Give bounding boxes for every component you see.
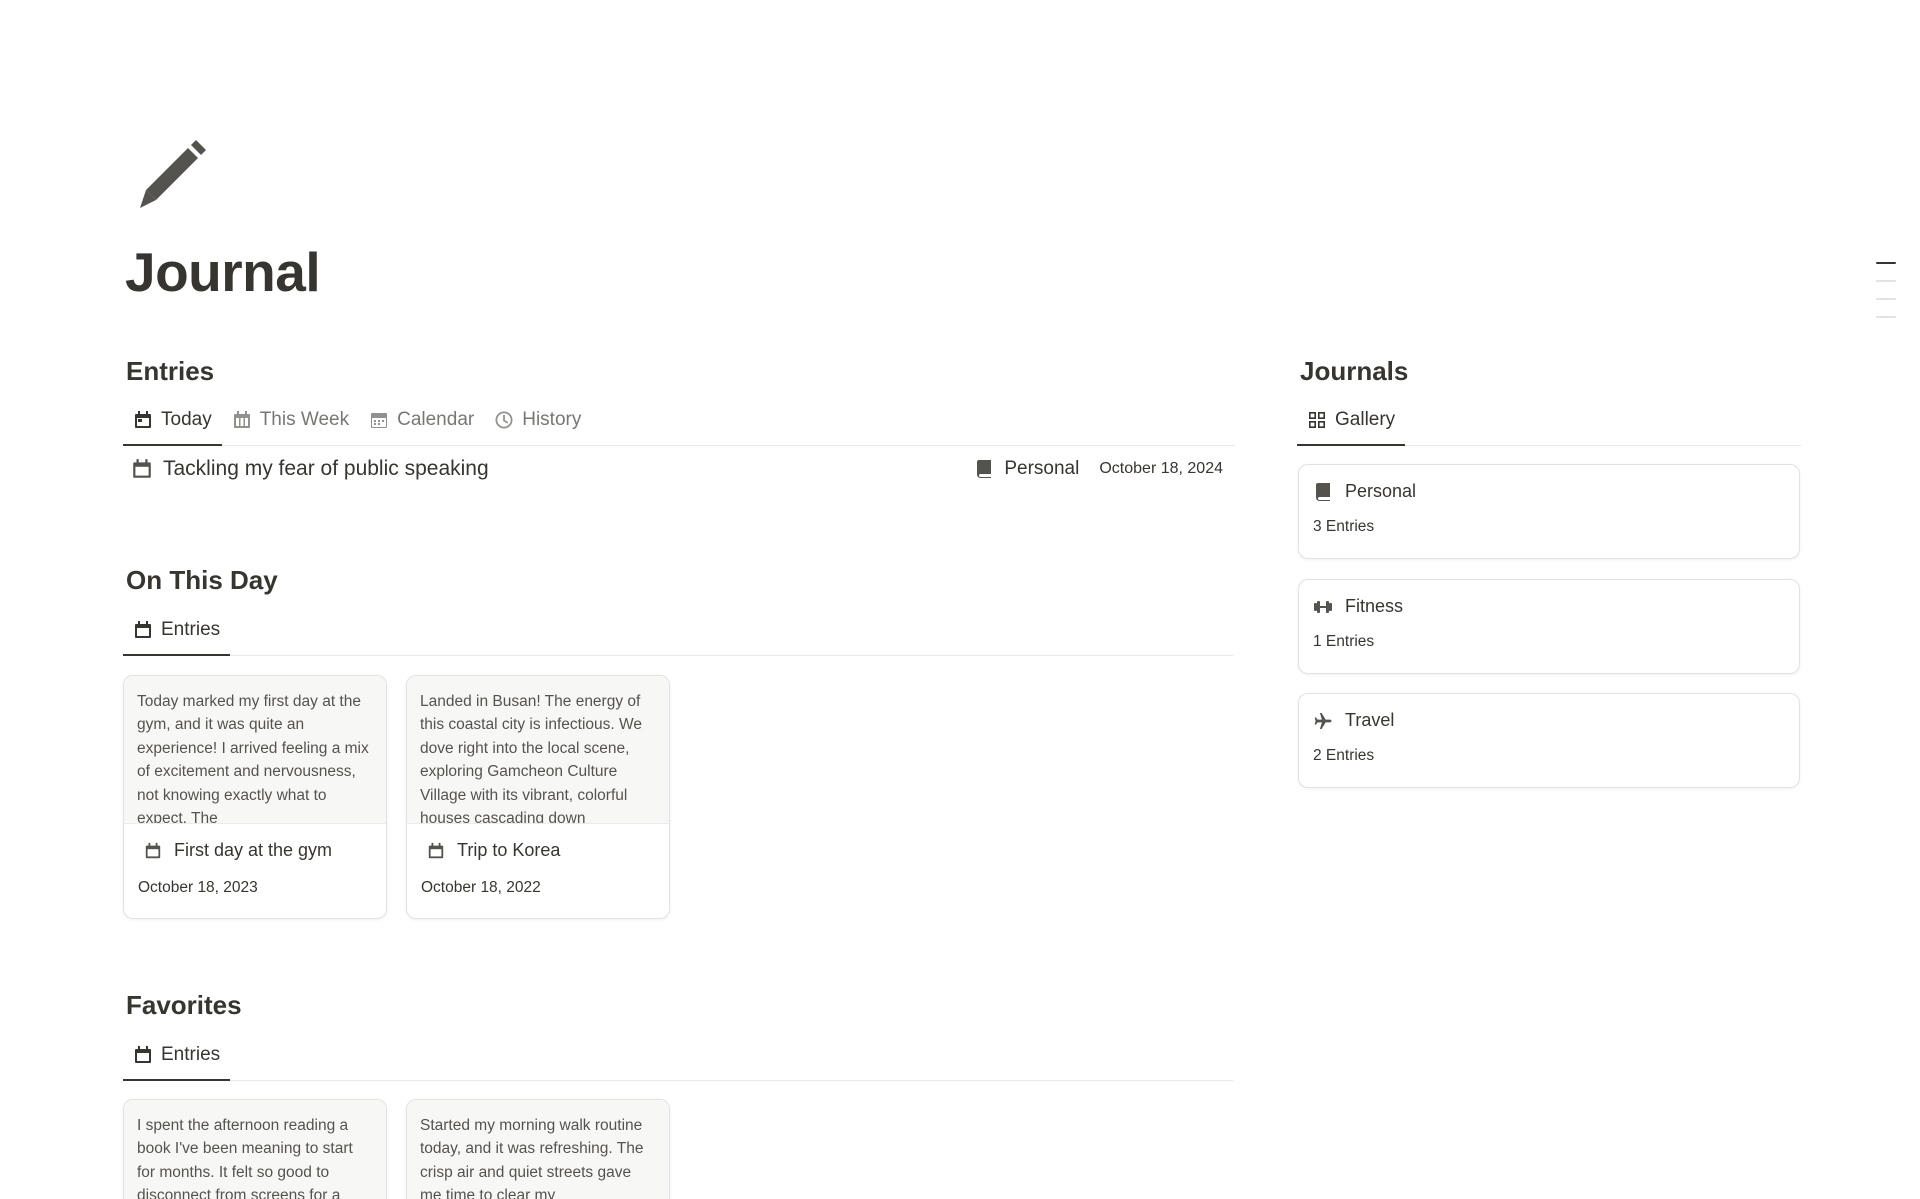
tab-label: Calendar <box>397 408 475 430</box>
airplane-icon <box>1314 712 1332 729</box>
entry-preview: Today marked my first day at the gym, an… <box>124 676 386 824</box>
calendar-icon <box>145 842 161 858</box>
tab-label: Gallery <box>1335 408 1396 430</box>
favorites-view-tabs: Entries <box>123 1029 1233 1081</box>
clock-icon <box>495 411 513 428</box>
entry-title: First day at the gym <box>174 840 333 860</box>
entry-card[interactable]: Started my morning walk routine today, a… <box>406 1099 670 1199</box>
gallery-grid-icon <box>1309 411 1325 428</box>
calendar-icon <box>428 842 444 858</box>
entry-date: October 18, 2024 <box>1099 460 1223 477</box>
journal-count: 3 Entries <box>1313 518 1375 535</box>
table-row[interactable]: Tackling my fear of public speaking Pers… <box>125 446 1235 492</box>
tab-this-week[interactable]: This Week <box>222 394 359 445</box>
journal-name: Personal <box>1345 481 1417 501</box>
entries-view-tabs: Today This Week Calendar History <box>123 394 1235 446</box>
entry-card[interactable]: I spent the afternoon reading a book I'v… <box>123 1099 387 1199</box>
journals-view-tabs: Gallery <box>1297 394 1801 446</box>
on-this-day-heading: On This Day <box>126 565 278 595</box>
tab-label: History <box>522 408 582 430</box>
pencil-icon[interactable] <box>134 132 224 222</box>
journal-card-travel[interactable]: Travel 2 Entries <box>1298 693 1800 788</box>
toc-line[interactable] <box>1876 262 1896 264</box>
tab-label: Entries <box>161 1043 221 1065</box>
journal-count: 1 Entries <box>1313 633 1375 650</box>
tab-label: Entries <box>161 618 221 640</box>
journal-tag-label: Personal <box>1004 458 1080 479</box>
entry-title: Trip to Korea <box>457 840 561 860</box>
entry-card[interactable]: Today marked my first day at the gym, an… <box>123 675 387 919</box>
tab-label: This Week <box>259 408 350 430</box>
entry-date: October 18, 2023 <box>138 879 258 896</box>
toc-line[interactable] <box>1876 280 1896 282</box>
tab-entries[interactable]: Entries <box>123 604 231 656</box>
entry-date: October 18, 2022 <box>421 879 541 896</box>
journal-tag[interactable]: Personal <box>976 458 1079 480</box>
entry-preview: Started my morning walk routine today, a… <box>407 1100 669 1199</box>
entry-preview: I spent the afternoon reading a book I'v… <box>124 1100 386 1199</box>
calendar-icon <box>135 620 151 638</box>
tab-entries[interactable]: Entries <box>123 1029 231 1081</box>
on-this-day-view-tabs: Entries <box>123 604 1233 656</box>
calendar-icon <box>135 1045 151 1063</box>
book-icon <box>977 460 992 478</box>
tab-history[interactable]: History <box>484 394 591 445</box>
entry-preview: Landed in Busan! The energy of this coas… <box>407 676 669 824</box>
page-title[interactable]: Journal <box>125 240 321 304</box>
toc-line[interactable] <box>1876 316 1896 318</box>
calendar-outline-icon <box>371 412 388 428</box>
entries-heading: Entries <box>126 356 215 386</box>
entry-card[interactable]: Landed in Busan! The energy of this coas… <box>406 675 670 919</box>
journal-name: Travel <box>1345 710 1395 730</box>
journal-name: Fitness <box>1345 596 1404 616</box>
book-icon <box>1316 482 1330 501</box>
favorites-heading: Favorites <box>126 990 242 1020</box>
journal-card-fitness[interactable]: Fitness 1 Entries <box>1298 579 1800 674</box>
journals-heading: Journals <box>1300 356 1409 386</box>
tab-today[interactable]: Today <box>123 394 222 446</box>
tab-calendar[interactable]: Calendar <box>359 394 484 445</box>
table-of-contents[interactable] <box>1876 262 1896 334</box>
tab-label: Today <box>161 408 212 430</box>
calendar-icon <box>135 410 151 428</box>
calendar-icon <box>133 459 151 478</box>
week-calendar-icon <box>233 410 250 428</box>
dumbbell-icon <box>1314 600 1332 613</box>
toc-line[interactable] <box>1876 298 1896 300</box>
journal-card-personal[interactable]: Personal 3 Entries <box>1298 464 1800 559</box>
tab-gallery[interactable]: Gallery <box>1297 394 1406 446</box>
journal-count: 2 Entries <box>1313 747 1375 764</box>
entry-title[interactable]: Tackling my fear of public speaking <box>163 457 976 481</box>
